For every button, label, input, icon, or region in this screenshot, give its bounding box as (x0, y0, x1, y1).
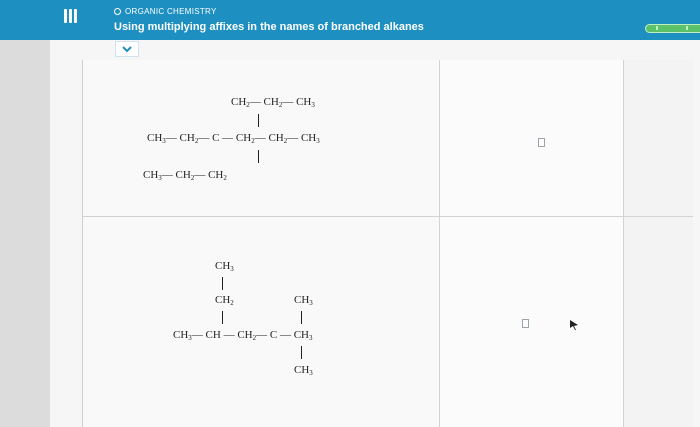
progress-segment (686, 26, 688, 30)
bond-line (258, 114, 260, 127)
table-row: CH2— CH2— CH3 CH3— CH2— C — CH2— CH2— CH… (83, 60, 693, 217)
bottom-branch-formula: CH3— CH2— CH2 (143, 169, 227, 182)
empty-cell (624, 217, 693, 427)
top-methyl-formula: CH3 (215, 260, 234, 273)
bond-line (301, 346, 303, 359)
circle-icon (114, 8, 121, 15)
left-margin (0, 0, 50, 427)
answer-table: CH2— CH2— CH3 CH3— CH2— C — CH2— CH2— CH… (82, 60, 693, 427)
bond-line (258, 150, 260, 163)
bond-line (222, 277, 224, 290)
answer-cell (440, 60, 624, 216)
ch2-formula: CH2 (215, 294, 234, 307)
molecule-cell: CH3 CH2 CH3 CH3— CH — CH2— C — CH3 CH3 (83, 217, 440, 427)
mouse-cursor-icon (570, 320, 578, 330)
progress-segment (656, 26, 658, 30)
answer-input[interactable] (538, 138, 545, 147)
app-header: ORGANIC CHEMISTRY Using multiplying affi… (0, 0, 700, 40)
empty-cell (624, 60, 693, 216)
molecule-cell: CH2— CH2— CH3 CH3— CH2— C — CH2— CH2— CH… (83, 60, 440, 216)
answer-cell (440, 217, 624, 427)
topic-text: ORGANIC CHEMISTRY (125, 7, 217, 16)
right-methyl-formula: CH3 (294, 294, 313, 307)
bond-line (301, 311, 303, 324)
chevron-down-icon (122, 45, 132, 52)
collapse-button[interactable] (115, 41, 139, 57)
bond-line (222, 311, 224, 324)
answer-input[interactable] (522, 319, 529, 328)
topic-label: ORGANIC CHEMISTRY (114, 7, 217, 16)
table-row: CH3 CH2 CH3 CH3— CH — CH2— C — CH3 CH3 (83, 217, 693, 427)
bottom-methyl-formula: CH3 (294, 364, 313, 377)
hamburger-icon[interactable] (64, 9, 78, 25)
progress-bar (645, 24, 700, 33)
main-chain-formula: CH3— CH2— C — CH2— CH2— CH3 (147, 132, 320, 145)
main-chain-formula: CH3— CH — CH2— C — CH3 (173, 329, 313, 342)
top-branch-formula: CH2— CH2— CH3 (231, 96, 315, 109)
page-title: Using multiplying affixes in the names o… (114, 21, 424, 33)
